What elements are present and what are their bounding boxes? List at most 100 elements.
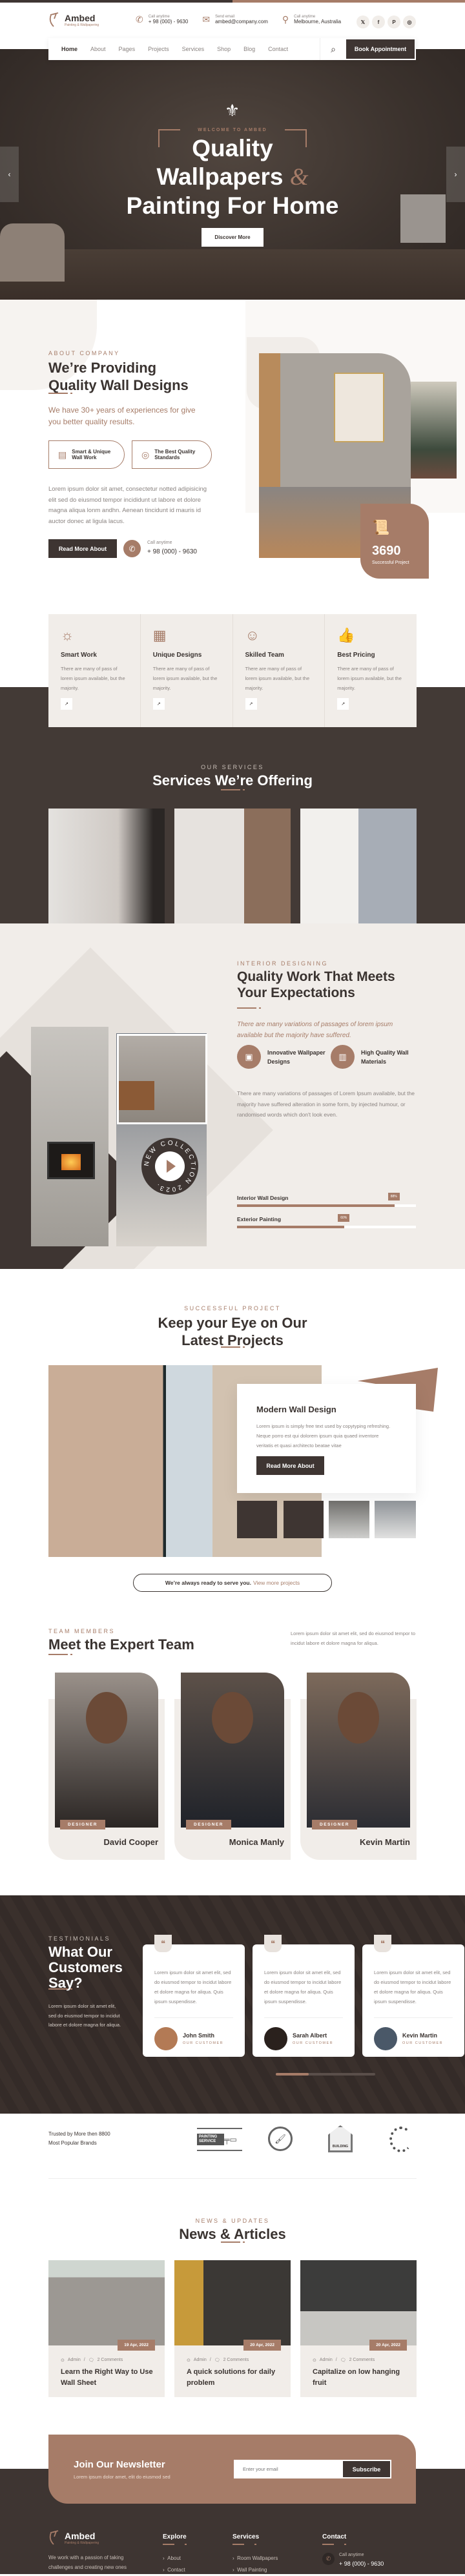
nav-item-contact[interactable]: Contact bbox=[268, 46, 288, 52]
search-icon[interactable]: ⌕ bbox=[320, 44, 346, 55]
new-collection-play-badge[interactable]: NEW COLLECTION 2023. bbox=[141, 1137, 199, 1195]
news-title[interactable]: Capitalize on low hanging fruit bbox=[313, 2367, 409, 2389]
arrow-link-icon[interactable]: ↗ bbox=[61, 698, 72, 710]
nav-item-shop[interactable]: Shop bbox=[217, 46, 231, 52]
team-card[interactable]: DESIGNER David Cooper bbox=[48, 1673, 165, 1860]
footer-link[interactable]: › Wall Painting bbox=[232, 2564, 278, 2576]
footer-link[interactable]: › Contact bbox=[163, 2564, 185, 2576]
contact-email[interactable]: ✉ Send email ambed@company.com bbox=[202, 14, 268, 25]
logo-brush-icon bbox=[49, 12, 59, 27]
divider bbox=[48, 2178, 417, 2179]
view-projects-pill: We’re always ready to serve you. View mor… bbox=[133, 1574, 332, 1592]
footer-link[interactable]: › Room Wallpapers bbox=[232, 2553, 278, 2564]
call-number[interactable]: + 98 (000) - 9630 bbox=[147, 548, 197, 555]
services-title: Services We’re Offering bbox=[152, 772, 313, 788]
projects-section: SUCCESSFUL PROJECT Keep your Eye on Our L… bbox=[0, 1269, 465, 1611]
arrow-link-icon[interactable]: ↗ bbox=[337, 698, 349, 710]
brand-logo-painting-building: BUILDING bbox=[328, 2125, 353, 2152]
contact-location[interactable]: ⚲ Call anytime Melbourne, Australia bbox=[282, 14, 341, 25]
news-card[interactable]: 20 Apr, 2022 ⊙ Admin / 🗨 2 Comments A quick … bbox=[174, 2260, 291, 2397]
quality-feature: ▣ Innovative Wallpaper Designs bbox=[237, 1045, 326, 1069]
social-links: 𝕏 f P ◎ bbox=[356, 15, 416, 28]
logo[interactable]: Ambed Painting & Wallpapering bbox=[48, 12, 99, 28]
quality-bathroom-image bbox=[117, 1034, 207, 1124]
team-card[interactable]: DESIGNER Kevin Martin bbox=[300, 1673, 417, 1860]
nav-item-services[interactable]: Services bbox=[182, 46, 205, 52]
about-section: ABOUT COMPANY We’re Providing Quality Wa… bbox=[0, 300, 465, 607]
section-label: TESTIMONIALS bbox=[48, 1935, 111, 1942]
contact-info: ✆ Call anytime + 98 (000) - 9630 ✉ Send ema… bbox=[136, 14, 341, 25]
skill-bar: Exterior Painting 60% bbox=[237, 1214, 416, 1234]
book-appointment-button[interactable]: Book Appointment bbox=[346, 39, 415, 59]
project-thumb[interactable] bbox=[375, 1501, 416, 1538]
contact-phone[interactable]: ✆ Call anytime + 98 (000) - 9630 bbox=[136, 14, 188, 25]
twitter-icon[interactable]: 𝕏 bbox=[356, 15, 369, 28]
project-thumb[interactable] bbox=[284, 1501, 324, 1538]
section-label: ABOUT COMPANY bbox=[48, 350, 120, 356]
hero-furniture-image bbox=[0, 249, 465, 300]
nav-item-blog[interactable]: Blog bbox=[243, 46, 255, 52]
logo-brush-icon bbox=[49, 2530, 59, 2545]
news-image bbox=[300, 2260, 417, 2345]
pinterest-icon[interactable]: P bbox=[388, 15, 400, 28]
testimonials-section: TESTIMONIALS What Our Customers Say? Lor… bbox=[0, 1895, 465, 2114]
read-more-button[interactable]: Read More About bbox=[48, 539, 117, 558]
about-title: We’re Providing Quality Wall Designs bbox=[48, 360, 189, 393]
team-text: Lorem ipsum dolor sit amet elit, sed do … bbox=[291, 1631, 416, 1646]
feature-card: ☺ Skilled Team There are many of pass of… bbox=[232, 614, 325, 727]
news-card[interactable]: 20 Apr, 2022 ⊙ Admin / 🗨 2 Comments Capitali… bbox=[300, 2260, 417, 2397]
subscribe-button[interactable]: Subscribe bbox=[343, 2461, 390, 2477]
worker-laptop-icon: ☺ bbox=[245, 627, 260, 643]
instagram-icon[interactable]: ◎ bbox=[403, 15, 416, 28]
team-photo bbox=[55, 1673, 158, 1828]
email-input[interactable] bbox=[235, 2466, 343, 2472]
about-paragraph: Lorem ipsum dolor sit amet, consectetur … bbox=[48, 486, 207, 525]
hero-tagline: WELCOME TO AMBED bbox=[198, 128, 267, 132]
date-badge: 20 Apr, 2022 bbox=[243, 2340, 281, 2351]
location-pin-icon: ⚲ bbox=[282, 14, 289, 25]
user-icon: ⊙ bbox=[61, 2358, 65, 2363]
project-read-more-button[interactable]: Read More About bbox=[256, 1456, 324, 1475]
newsletter-title: Join Our Newsletter bbox=[74, 2459, 165, 2470]
wallpaper-scroll-icon: 📜 bbox=[372, 519, 390, 535]
comment-icon: 🗨 bbox=[88, 2358, 94, 2363]
project-thumb[interactable] bbox=[237, 1501, 277, 1538]
nav-item-home[interactable]: Home bbox=[61, 46, 78, 52]
about-side-image bbox=[411, 382, 457, 479]
news-title[interactable]: Learn the Right Way to Use Wall Sheet bbox=[61, 2367, 158, 2389]
wall-material-icon: ▥ bbox=[331, 1045, 355, 1069]
skill-bar: Interior Wall Design 88% bbox=[237, 1193, 416, 1213]
brands-section: Trusted by More then 8800 Most Popular Br… bbox=[0, 2114, 465, 2185]
feature-card: ▦ Unique Designs There are many of pass … bbox=[140, 614, 232, 727]
nav-item-about[interactable]: About bbox=[90, 46, 106, 52]
arrow-link-icon[interactable]: ↗ bbox=[152, 698, 165, 710]
testimonial-card: ❝ Lorem ipsum dolor sit amet elit, sed d… bbox=[253, 1935, 355, 2057]
feature-card: 👍 Best Pricing There are many of pass of… bbox=[324, 614, 417, 727]
section-label: INTERIOR DESIGNING bbox=[237, 960, 329, 967]
phone-icon: ✆ bbox=[322, 2553, 335, 2565]
footer-heading: Contact bbox=[322, 2533, 347, 2540]
quality-paragraph: There are many variations of passages of… bbox=[237, 1090, 415, 1118]
view-more-projects-link[interactable]: View more projects bbox=[253, 1580, 300, 1586]
news-card[interactable]: 19 Apr, 2022 ⊙ Admin / 🗨 2 Comments Learn th… bbox=[48, 2260, 165, 2397]
arrow-link-icon[interactable]: ↗ bbox=[245, 698, 257, 710]
discover-more-button[interactable]: Discover More bbox=[202, 228, 264, 247]
news-image bbox=[48, 2260, 165, 2345]
project-thumb[interactable] bbox=[329, 1501, 369, 1538]
footer-logo[interactable]: Ambed Painting & Wallpapering bbox=[48, 2530, 99, 2546]
team-card[interactable]: DESIGNER Monica Manly bbox=[174, 1673, 291, 1860]
news-title[interactable]: A quick solutions for daily problem bbox=[187, 2367, 284, 2389]
footer-link[interactable]: › About bbox=[163, 2553, 185, 2564]
wallpaper-roll-icon: ▤ bbox=[58, 449, 67, 460]
facebook-icon[interactable]: f bbox=[372, 15, 385, 28]
footer-phone[interactable]: + 98 (000) - 9630 bbox=[339, 2561, 384, 2567]
news-title: News & Articles bbox=[179, 2226, 286, 2242]
title-divider bbox=[221, 2241, 245, 2243]
testimonials-scrollbar[interactable] bbox=[276, 2073, 375, 2076]
hero-headline: Quality Wallpapers & Painting For Home bbox=[126, 135, 339, 219]
footer-heading: Services bbox=[232, 2533, 260, 2540]
quality-badge-icon: ◎ bbox=[141, 449, 150, 460]
brand-logo-design-painting: 🖌 bbox=[268, 2127, 293, 2151]
nav-item-projects[interactable]: Projects bbox=[148, 46, 169, 52]
nav-item-pages[interactable]: Pages bbox=[119, 46, 136, 52]
